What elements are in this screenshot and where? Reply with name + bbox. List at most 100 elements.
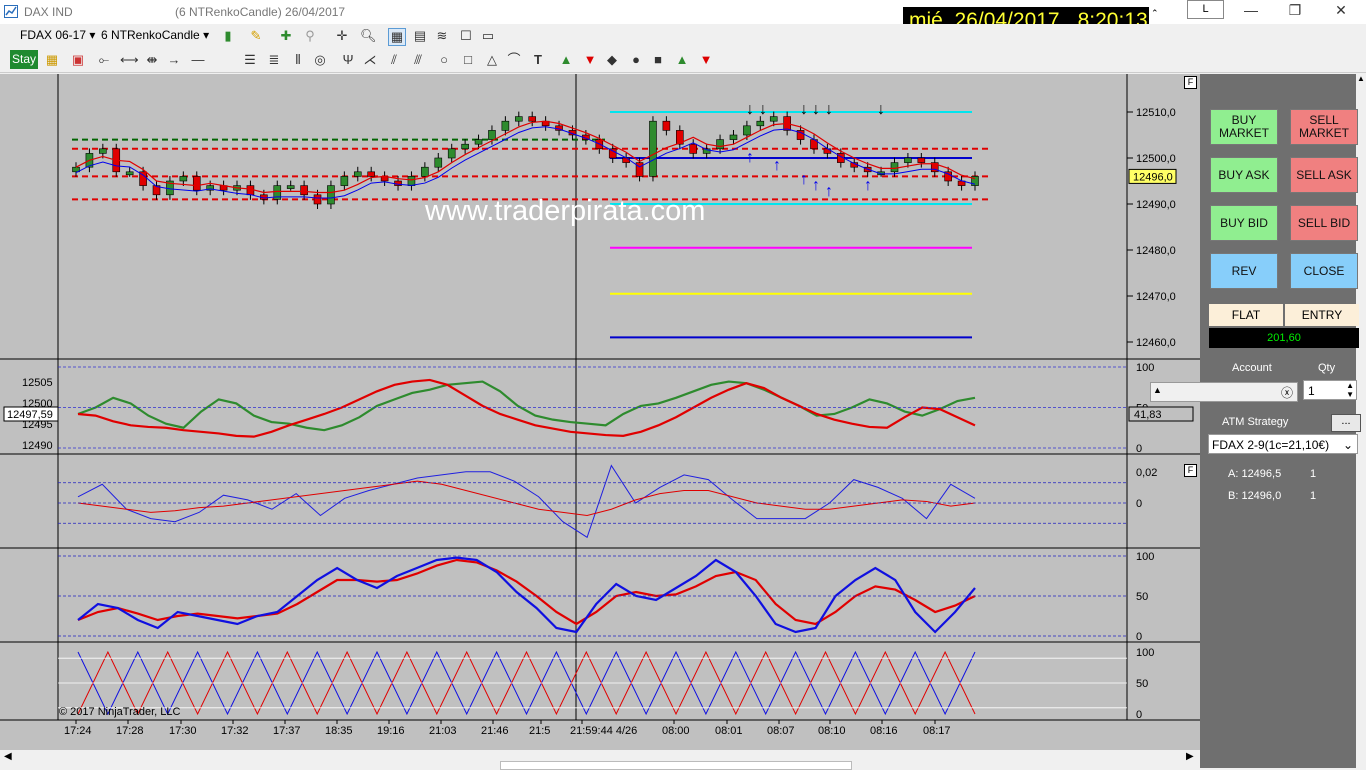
atm-settings-button[interactable]: ... — [1331, 414, 1361, 432]
buy-bid-button[interactable]: BUY BID — [1210, 205, 1278, 241]
fib-time-icon[interactable]: ⦀ — [290, 52, 306, 68]
time-tick-label: 21:59:44 4/26 — [570, 725, 637, 737]
indicators-icon[interactable]: ≋ — [434, 28, 450, 44]
price-candle — [367, 171, 375, 177]
price-candle — [689, 143, 698, 154]
fib-extension-icon[interactable]: ≣ — [266, 52, 282, 68]
crosshair-icon[interactable]: ✛ — [334, 28, 350, 44]
atm-strategy-label: ATM Strategy — [1222, 416, 1289, 428]
link-button[interactable]: L — [1187, 0, 1224, 19]
time-tick-label: 17:24 — [64, 725, 92, 737]
osc3-tick-label: 100 — [1136, 551, 1154, 563]
scroll-right-icon[interactable]: ▶ — [1186, 751, 1194, 762]
extended-line-icon[interactable]: ⟷ — [120, 52, 139, 68]
chart-area[interactable]: 12510,0 12500,0 12490,0 12480,0 12470,0 12460… — [0, 74, 1200, 750]
andrews-pitchfork-icon[interactable]: Ψ — [340, 52, 356, 68]
square-icon[interactable]: ■ — [650, 52, 666, 68]
drawing-toolbar: Stay ▦ ▣ ⟜ ⟷ ⇼ → — ☰ ≣ ⦀ ◎ Ψ ⋌ ⫽ ⫻ ○ □ △… — [0, 48, 1366, 73]
buy-signal-arrow-icon: ↑ — [812, 177, 820, 194]
text-icon[interactable]: T — [530, 52, 546, 68]
templates-icon[interactable]: ▭ — [480, 28, 496, 44]
ellipse-icon[interactable]: ○ — [436, 52, 452, 68]
osc3-tick-label: 50 — [1136, 591, 1148, 603]
time-tick-label: 08:16 — [870, 725, 898, 737]
scroll-left-icon[interactable]: ◀ — [4, 751, 12, 762]
sell-bid-button[interactable]: SELL BID — [1290, 205, 1358, 241]
atm-strategy-select[interactable]: FDAX 2-9(1c=21,10€) ⌄ — [1208, 434, 1358, 454]
qty-stepper[interactable]: 1 ▲ ▼ — [1303, 380, 1357, 400]
price-tick-label: 12480,0 — [1136, 245, 1176, 257]
strategy-icon[interactable]: ✚ — [278, 28, 294, 44]
trend-channel-icon[interactable]: ⫻ — [410, 52, 426, 68]
pencil-icon[interactable]: ✎ — [248, 28, 264, 44]
triangle-up-icon[interactable]: ▲ — [674, 52, 690, 68]
price-candle — [756, 120, 765, 127]
osc1-right-marker-label: 41,83 — [1134, 409, 1162, 421]
chart-toolbar: FDAX 06-17 ▾ 6 NTRenkoCandle ▾ ▮ ✎ ✚ ⚲ ✛… — [0, 24, 1366, 49]
panel-flag[interactable]: F — [1184, 76, 1197, 89]
price-candle — [474, 139, 483, 145]
regression-channel-icon[interactable]: ⫽ — [386, 52, 402, 68]
maximize-button[interactable]: ❐ — [1272, 0, 1318, 20]
arc-icon[interactable]: ⌒ — [506, 52, 522, 68]
diamond-icon[interactable]: ◆ — [604, 52, 620, 68]
pin-icon[interactable]: ⚲ — [302, 28, 318, 44]
chevron-down-icon: ▾ — [89, 28, 96, 42]
zoom-icon[interactable]: 🔍︎ — [360, 28, 377, 44]
ray-icon[interactable]: ⟜ — [96, 52, 112, 68]
chart-svg[interactable]: 12510,0 12500,0 12490,0 12480,0 12470,0 12460… — [0, 74, 1200, 750]
stepper-arrows-icon[interactable]: ▲ ▼ — [1346, 381, 1354, 399]
time-tick-label: 08:01 — [715, 725, 743, 737]
buy-ask-button[interactable]: BUY ASK — [1210, 157, 1278, 193]
arrow-right-icon[interactable]: → — [166, 52, 182, 68]
scroll-up-icon: ▲ — [1153, 385, 1162, 395]
price-candle — [313, 194, 322, 205]
minimize-button[interactable]: — — [1228, 0, 1274, 20]
candlestick-style-icon[interactable]: ▮ — [220, 28, 236, 44]
price-candle — [716, 139, 724, 150]
price-candle — [917, 157, 926, 163]
chart-trader-panel: ▲ BUY MARKET SELL MARKET BUY ASK SELL AS… — [1150, 74, 1366, 768]
triangle-icon[interactable]: △ — [484, 52, 500, 68]
instrument-selector[interactable]: FDAX 06-17 ▾ — [20, 28, 95, 42]
rectangle-icon[interactable]: □ — [460, 52, 476, 68]
sell-ask-button[interactable]: SELL ASK — [1290, 157, 1358, 193]
bottom-tab[interactable] — [500, 761, 852, 770]
lock-icon[interactable]: ▣ — [70, 52, 86, 68]
close-position-button[interactable]: CLOSE — [1290, 253, 1358, 289]
chart-trader-icon[interactable]: ▦ — [388, 28, 406, 46]
arrow-line-icon[interactable]: ⇼ — [144, 52, 160, 68]
buy-market-button[interactable]: BUY MARKET — [1210, 109, 1278, 145]
fib-circle-icon[interactable]: ◎ — [312, 52, 328, 68]
reverse-button[interactable]: REV — [1210, 253, 1278, 289]
horizontal-line-icon[interactable]: — — [190, 52, 206, 68]
time-tick-label: 21:5 — [529, 725, 550, 737]
sell-market-button[interactable]: SELL MARKET — [1290, 109, 1358, 145]
osc1-left-tick-label: 12505 — [22, 377, 53, 389]
arrow-down-icon[interactable]: ▼ — [582, 52, 598, 68]
price-candle — [890, 162, 899, 173]
arrow-up-icon[interactable]: ▲ — [558, 52, 574, 68]
properties-icon[interactable]: ☐ — [458, 28, 474, 44]
fibonacci-icon[interactable]: ☰ — [242, 52, 258, 68]
price-candle — [743, 125, 751, 136]
panel-flag[interactable]: F — [1184, 464, 1197, 477]
close-window-button[interactable]: ✕ — [1318, 0, 1364, 20]
triangle-down-icon[interactable]: ▼ — [698, 52, 714, 68]
bartype-selector[interactable]: 6 NTRenkoCandle ▾ — [101, 28, 209, 42]
price-candle — [407, 176, 416, 186]
scroll-up-icon[interactable]: ▲ — [1356, 74, 1366, 83]
clear-icon[interactable]: ⓧ — [1281, 384, 1293, 401]
osc4-tick-label: 0 — [1136, 709, 1142, 721]
stay-button[interactable]: Stay — [10, 50, 38, 69]
gann-fan-icon[interactable]: ⋌ — [362, 52, 378, 68]
osc1-main-line — [77, 378, 976, 438]
copyright-text: © 2017 NinjaTrader, LLC — [59, 706, 180, 718]
osc1-left-marker-label: 12497,59 — [7, 409, 53, 421]
grid-icon[interactable]: ▦ — [44, 52, 60, 68]
data-box-icon[interactable]: ▤ — [412, 28, 428, 44]
dot-icon[interactable]: ● — [628, 52, 644, 68]
price-candle — [635, 162, 644, 177]
time-tick-label: 21:46 — [481, 725, 509, 737]
account-select[interactable]: ▲ ⓧ — [1150, 382, 1298, 402]
